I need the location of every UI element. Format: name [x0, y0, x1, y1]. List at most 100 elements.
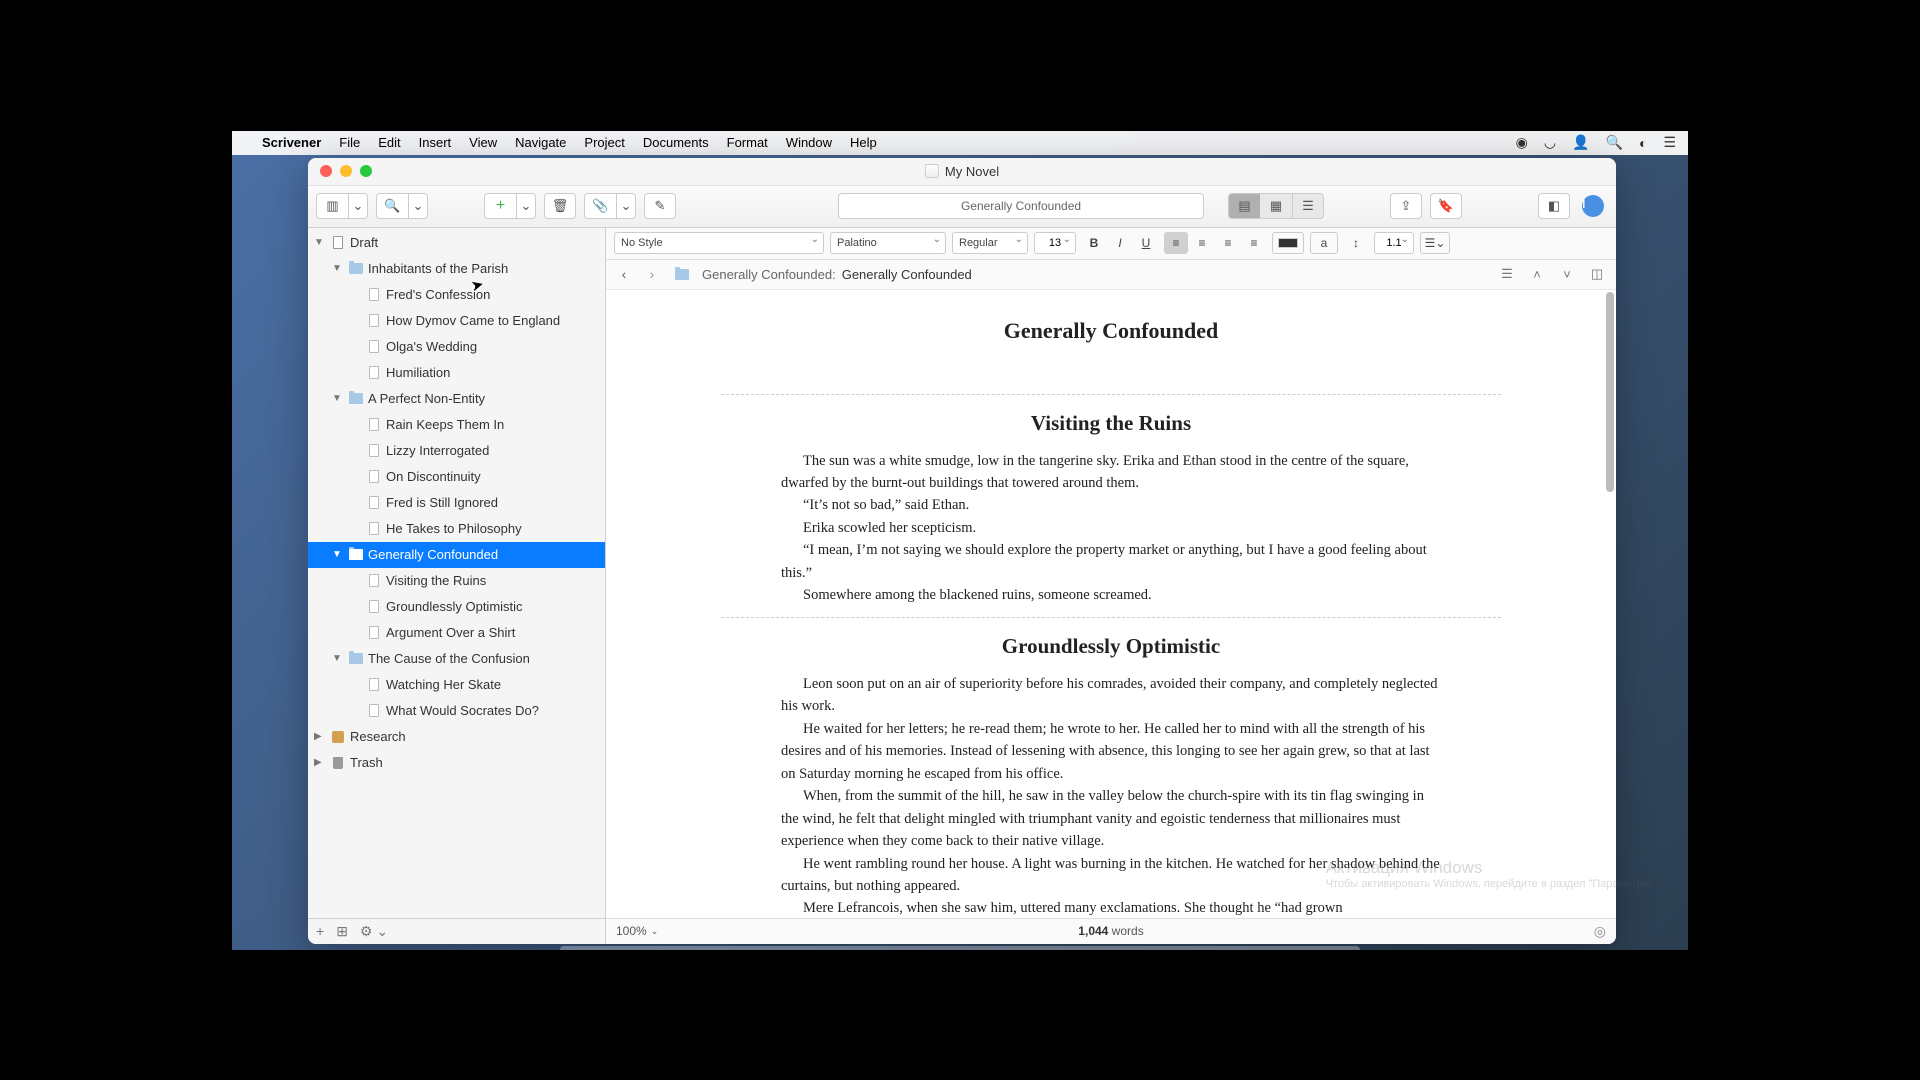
zoom-window-button[interactable]: [360, 165, 372, 177]
menu-file[interactable]: File: [339, 135, 360, 150]
view-scrivenings-button[interactable]: ▤: [1228, 193, 1260, 219]
app-menu[interactable]: Scrivener: [262, 135, 321, 150]
align-center-button[interactable]: ≡: [1190, 232, 1214, 254]
font-size-input[interactable]: [1034, 232, 1076, 254]
underline-button[interactable]: U: [1134, 232, 1158, 254]
line-spacing-icon[interactable]: ↕: [1344, 232, 1368, 254]
binder-document[interactable]: How Dymov Came to England: [308, 308, 605, 334]
scrollbar[interactable]: [1606, 292, 1614, 492]
add-document-button[interactable]: +: [316, 923, 324, 939]
list-button[interactable]: ☰⌄: [1420, 232, 1450, 254]
menu-view[interactable]: View: [469, 135, 497, 150]
binder-folder[interactable]: ▼ The Cause of the Confusion: [308, 646, 605, 672]
binder-document[interactable]: Fred is Still Ignored: [308, 490, 605, 516]
add-menu-button[interactable]: ⌄: [516, 193, 536, 219]
binder-document[interactable]: He Takes to Philosophy: [308, 516, 605, 542]
toolbar: ▥ ⌄ 🔍 ⌄ + ⌄ 🗑 📎 ⌄ ✎ Generally Confounded: [308, 186, 1616, 228]
view-corkboard-button[interactable]: ▦: [1260, 193, 1292, 219]
breadcrumb-document[interactable]: Generally Confounded: [842, 267, 972, 282]
nav-back-button[interactable]: ‹: [614, 266, 634, 282]
binder-folder[interactable]: ▼ A Perfect Non-Entity: [308, 386, 605, 412]
info-button[interactable]: i: [1582, 195, 1604, 217]
binder-document[interactable]: Watching Her Skate: [308, 672, 605, 698]
search-menu-button[interactable]: ⌄: [408, 193, 428, 219]
attach-menu-button[interactable]: ⌄: [616, 193, 636, 219]
close-window-button[interactable]: [320, 165, 332, 177]
binder-document[interactable]: Groundlessly Optimistic: [308, 594, 605, 620]
binder-document[interactable]: Humiliation: [308, 360, 605, 386]
nav-forward-button[interactable]: ›: [642, 266, 662, 282]
add-folder-button[interactable]: ⊞: [336, 923, 348, 940]
document-title-field[interactable]: Generally Confounded: [838, 193, 1204, 219]
binder-document[interactable]: Rain Keeps Them In: [308, 412, 605, 438]
doc-label: Olga's Wedding: [386, 339, 477, 354]
target-button[interactable]: ◎: [1594, 923, 1606, 940]
spotlight-icon[interactable]: 🔍: [1606, 134, 1623, 151]
editor-content[interactable]: Generally Confounded Visiting the Ruins …: [606, 290, 1616, 918]
compile-button[interactable]: ⇪: [1390, 193, 1422, 219]
screenrecord-icon[interactable]: ◉: [1516, 134, 1528, 151]
binder-document[interactable]: Olga's Wedding: [308, 334, 605, 360]
attach-button[interactable]: 📎: [584, 193, 616, 219]
menu-format[interactable]: Format: [727, 135, 768, 150]
notification-center-icon[interactable]: ☰: [1663, 134, 1676, 151]
binder-toggle-menu[interactable]: ⌄: [348, 193, 368, 219]
menu-help[interactable]: Help: [850, 135, 877, 150]
user-icon[interactable]: 👤: [1572, 134, 1589, 151]
menu-window[interactable]: Window: [786, 135, 832, 150]
menu-edit[interactable]: Edit: [378, 135, 400, 150]
binder-research[interactable]: ▶ Research: [308, 724, 605, 750]
align-right-button[interactable]: ≡: [1216, 232, 1240, 254]
compose-button[interactable]: ✎: [644, 193, 676, 219]
binder-folder[interactable]: ▼ Inhabitants of the Parish: [308, 256, 605, 282]
siri-icon[interactable]: ◐: [1639, 135, 1647, 151]
binder-document[interactable]: On Discontinuity: [308, 464, 605, 490]
align-justify-button[interactable]: ≡: [1242, 232, 1266, 254]
font-weight-select[interactable]: Regular: [952, 232, 1028, 254]
prev-doc-button[interactable]: ˄: [1526, 267, 1548, 282]
next-doc-button[interactable]: ˅: [1556, 267, 1578, 282]
paragraph: Mere Lefrancois, when she saw him, utter…: [781, 897, 1441, 917]
title-field-text: Generally Confounded: [961, 199, 1081, 213]
paragraph: He waited for her letters; he re-read th…: [781, 718, 1441, 785]
text-color-button[interactable]: [1272, 232, 1304, 254]
binder-document[interactable]: Lizzy Interrogated: [308, 438, 605, 464]
binder-document[interactable]: What Would Socrates Do?: [308, 698, 605, 724]
bold-button[interactable]: B: [1082, 232, 1106, 254]
view-outline-button[interactable]: ☰: [1292, 193, 1324, 219]
folder-label: Generally Confounded: [368, 547, 498, 562]
italic-button[interactable]: I: [1108, 232, 1132, 254]
binder-draft[interactable]: ▼ Draft: [308, 230, 605, 256]
bookmark-button[interactable]: 🔖: [1430, 193, 1462, 219]
search-button[interactable]: 🔍: [376, 193, 408, 219]
font-family-select[interactable]: Palatino: [830, 232, 946, 254]
align-left-button[interactable]: ≡: [1164, 232, 1188, 254]
editor-footer: 100% ⌄ 1,044 words ◎: [606, 918, 1616, 944]
inspector-toggle-button[interactable]: ◧: [1538, 193, 1570, 219]
menu-documents[interactable]: Documents: [643, 135, 709, 150]
word-count[interactable]: 1,044 words: [1078, 924, 1143, 938]
split-editor-button[interactable]: ◫: [1586, 266, 1608, 282]
binder-document[interactable]: Argument Over a Shirt: [308, 620, 605, 646]
breadcrumb-folder[interactable]: Generally Confounded:: [702, 267, 836, 282]
menu-navigate[interactable]: Navigate: [515, 135, 566, 150]
trash-button[interactable]: 🗑: [544, 193, 576, 219]
add-button[interactable]: +: [484, 193, 516, 219]
paragraph: The sun was a white smudge, low in the t…: [781, 450, 1441, 495]
binder-trash[interactable]: ▶ Trash: [308, 750, 605, 776]
line-spacing-input[interactable]: [1374, 232, 1414, 254]
binder-document[interactable]: Visiting the Ruins: [308, 568, 605, 594]
binder-toggle-button[interactable]: ▥: [316, 193, 348, 219]
content-list-button[interactable]: ☰: [1496, 266, 1518, 282]
paragraph-style-select[interactable]: No Style: [614, 232, 824, 254]
binder-tree[interactable]: ▼ Draft ▼ Inhabitants of the Parish Fred…: [308, 228, 605, 918]
menu-insert[interactable]: Insert: [419, 135, 452, 150]
menu-project[interactable]: Project: [584, 135, 624, 150]
zoom-select[interactable]: 100% ⌄: [616, 924, 658, 938]
minimize-window-button[interactable]: [340, 165, 352, 177]
binder-gear-button[interactable]: ⚙ ⌄: [360, 923, 388, 940]
binder-folder-selected[interactable]: ▼ Generally Confounded: [308, 542, 605, 568]
wifi-icon[interactable]: ◡: [1544, 134, 1556, 151]
binder-document[interactable]: Fred's Confession: [308, 282, 605, 308]
highlight-button[interactable]: a: [1310, 232, 1338, 254]
